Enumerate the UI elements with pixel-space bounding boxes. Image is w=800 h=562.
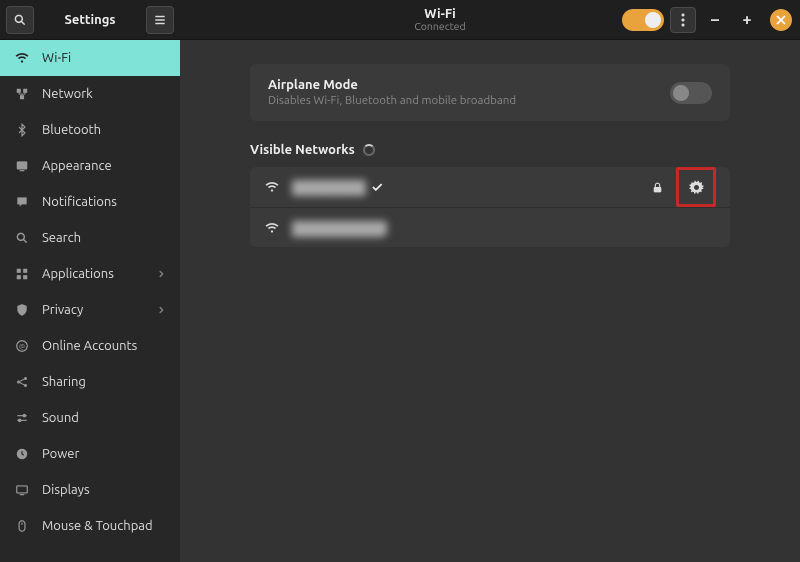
sidebar-item-label: Power xyxy=(42,447,166,461)
network-row[interactable]: ██████████ xyxy=(250,207,730,247)
sidebar-item-network[interactable]: Network xyxy=(0,76,180,112)
network-icon xyxy=(14,86,30,102)
window-minimize[interactable]: – xyxy=(702,7,728,33)
search-button[interactable] xyxy=(6,6,34,34)
sidebar-item-power[interactable]: Power xyxy=(0,436,180,472)
sidebar-item-label: Mouse & Touchpad xyxy=(42,519,166,533)
wifi-icon xyxy=(14,50,30,66)
sidebar-header: Settings xyxy=(0,0,180,40)
sidebar-item-sound[interactable]: Sound xyxy=(0,400,180,436)
topbar-right: – + xyxy=(622,7,792,33)
network-settings-highlight xyxy=(676,167,716,207)
main-panel: Wi-Fi Connected – + Airplane Mode Disabl… xyxy=(180,0,800,562)
network-ssid: ██████████ xyxy=(292,221,716,235)
search-icon xyxy=(13,13,27,27)
sidebar: Settings Wi-Fi Network Bluetooth Appearance… xyxy=(0,0,180,562)
wifi-signal-icon xyxy=(264,179,280,195)
sidebar-item-label: Wi-Fi xyxy=(42,51,166,65)
airplane-title: Airplane Mode xyxy=(268,78,670,92)
mouse-icon xyxy=(14,518,30,534)
page-subtitle: Connected xyxy=(258,21,622,32)
sharing-icon xyxy=(14,374,30,390)
sidebar-item-label: Sound xyxy=(42,411,166,425)
visible-networks-label: Visible Networks xyxy=(250,143,355,157)
lock-icon xyxy=(651,181,664,194)
displays-icon xyxy=(14,482,30,498)
sound-icon xyxy=(14,410,30,426)
sidebar-item-wi-fi[interactable]: Wi-Fi xyxy=(0,40,180,76)
sidebar-item-privacy[interactable]: Privacy xyxy=(0,292,180,328)
menu-button[interactable] xyxy=(146,6,174,34)
topbar-center: Wi-Fi Connected xyxy=(258,8,622,32)
bluetooth-icon xyxy=(14,122,30,138)
window-close[interactable] xyxy=(770,9,792,31)
svg-text:@: @ xyxy=(19,343,25,350)
sidebar-item-label: Notifications xyxy=(42,195,166,209)
notifications-icon xyxy=(14,194,30,210)
sidebar-item-notifications[interactable]: Notifications xyxy=(0,184,180,220)
sidebar-item-label: Online Accounts xyxy=(42,339,166,353)
sidebar-list: Wi-Fi Network Bluetooth Appearance Notificat… xyxy=(0,40,180,562)
sidebar-item-label: Network xyxy=(42,87,166,101)
wifi-toggle[interactable] xyxy=(622,9,664,31)
appearance-icon xyxy=(14,158,30,174)
sidebar-item-bluetooth[interactable]: Bluetooth xyxy=(0,112,180,148)
topbar: Wi-Fi Connected – + xyxy=(180,0,800,40)
sidebar-item-label: Bluetooth xyxy=(42,123,166,137)
sidebar-item-online-accounts[interactable]: @ Online Accounts xyxy=(0,328,180,364)
visible-networks-heading: Visible Networks xyxy=(250,143,730,157)
page-title: Wi-Fi xyxy=(258,8,622,21)
sidebar-item-label: Privacy xyxy=(42,303,144,317)
sidebar-item-sharing[interactable]: Sharing xyxy=(0,364,180,400)
network-settings-button[interactable] xyxy=(682,173,710,201)
content-area: Airplane Mode Disables Wi-Fi, Bluetooth … xyxy=(180,40,800,562)
network-list: ██████████████████ xyxy=(250,167,730,247)
sidebar-item-label: Search xyxy=(42,231,166,245)
network-row[interactable]: ████████ xyxy=(250,167,730,207)
kebab-menu-button[interactable] xyxy=(670,7,696,33)
search-icon xyxy=(14,230,30,246)
close-icon xyxy=(776,15,786,25)
window-maximize[interactable]: + xyxy=(734,7,760,33)
sidebar-item-applications[interactable]: Applications xyxy=(0,256,180,292)
power-icon xyxy=(14,446,30,462)
app-title: Settings xyxy=(34,13,146,27)
scanning-spinner-icon xyxy=(363,144,375,156)
airplane-subtitle: Disables Wi-Fi, Bluetooth and mobile bro… xyxy=(268,94,670,107)
apps-icon xyxy=(14,266,30,282)
sidebar-item-label: Displays xyxy=(42,483,166,497)
hamburger-icon xyxy=(153,13,167,27)
sidebar-item-search[interactable]: Search xyxy=(0,220,180,256)
sidebar-item-appearance[interactable]: Appearance xyxy=(0,148,180,184)
sidebar-item-displays[interactable]: Displays xyxy=(0,472,180,508)
wifi-signal-icon xyxy=(264,220,280,236)
airplane-mode-card: Airplane Mode Disables Wi-Fi, Bluetooth … xyxy=(250,64,730,121)
privacy-icon xyxy=(14,302,30,318)
sidebar-item-label: Appearance xyxy=(42,159,166,173)
chevron-right-icon xyxy=(156,269,166,279)
airplane-toggle[interactable] xyxy=(670,82,712,104)
sidebar-item-label: Sharing xyxy=(42,375,166,389)
network-ssid: ████████ xyxy=(292,180,639,194)
online-icon: @ xyxy=(14,338,30,354)
sidebar-item-mouse-touchpad[interactable]: Mouse & Touchpad xyxy=(0,508,180,544)
connected-check-icon xyxy=(370,180,384,194)
chevron-right-icon xyxy=(156,305,166,315)
sidebar-item-label: Applications xyxy=(42,267,144,281)
kebab-icon xyxy=(681,13,685,27)
